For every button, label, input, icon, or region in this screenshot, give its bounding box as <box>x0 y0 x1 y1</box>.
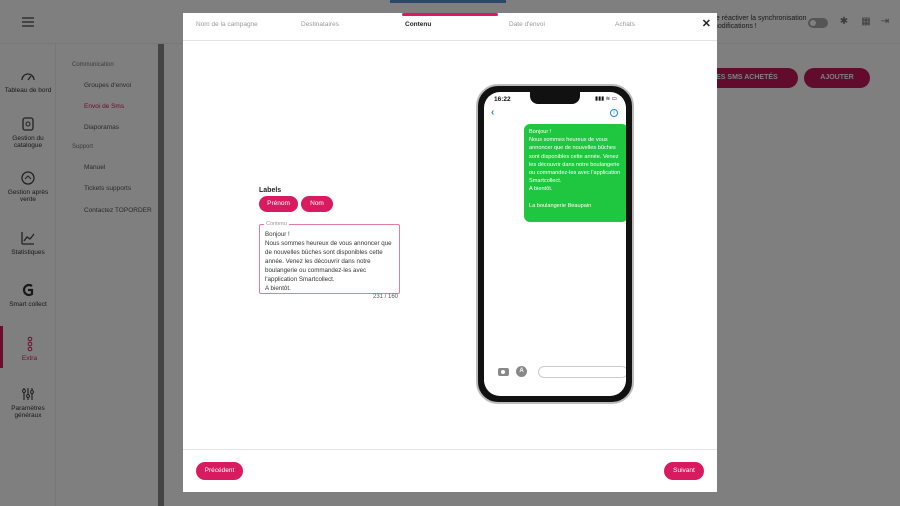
back-chevron-icon: ‹ <box>491 107 495 118</box>
active-step-indicator <box>402 13 498 16</box>
step-purchases[interactable]: Achats <box>615 21 635 28</box>
sms-bubble: Bonjour ! Nous sommes heureux de vous an… <box>524 124 626 222</box>
previous-button[interactable]: Précédent <box>196 462 243 480</box>
phone-message-input <box>538 366 626 378</box>
phone-time: 16:22 <box>494 96 511 103</box>
content-textarea[interactable]: Contenu Bonjour ! Nous sommes heureux de… <box>259 220 400 294</box>
next-button[interactable]: Suivant <box>664 462 704 480</box>
step-recipients[interactable]: Destinataires <box>301 21 339 28</box>
stepper: Nom de la campagne Destinataires Contenu… <box>183 13 717 41</box>
close-icon[interactable]: ✕ <box>702 17 711 30</box>
phone-screen: 16:22 ▮▮▮ ≋ ▭ ‹ i Bonjour ! Nous sommes … <box>484 92 626 396</box>
label-chip-lastname[interactable]: Nom <box>301 196 333 212</box>
step-send-date[interactable]: Date d'envoi <box>509 21 545 28</box>
phone-notch <box>530 92 580 104</box>
signal-wifi-battery-icon: ▮▮▮ ≋ ▭ <box>595 96 617 102</box>
content-field-label: Contenu <box>264 220 289 229</box>
step-content[interactable]: Contenu <box>405 21 431 28</box>
char-counter: 231 / 160 <box>373 294 399 300</box>
content-text: Bonjour ! Nous sommes heureux de vous an… <box>265 231 392 292</box>
phone-preview: 16:22 ▮▮▮ ≋ ▭ ‹ i Bonjour ! Nous sommes … <box>476 84 634 404</box>
footer-divider <box>183 449 717 450</box>
camera-icon <box>498 368 509 376</box>
label-chip-firstname[interactable]: Prénom <box>259 196 298 212</box>
step-campaign-name[interactable]: Nom de la campagne <box>196 21 258 28</box>
sms-campaign-modal: Nom de la campagne Destinataires Contenu… <box>183 13 717 492</box>
info-icon: i <box>610 109 618 117</box>
appstore-icon: A <box>516 366 527 377</box>
labels-title: Labels <box>259 187 282 194</box>
